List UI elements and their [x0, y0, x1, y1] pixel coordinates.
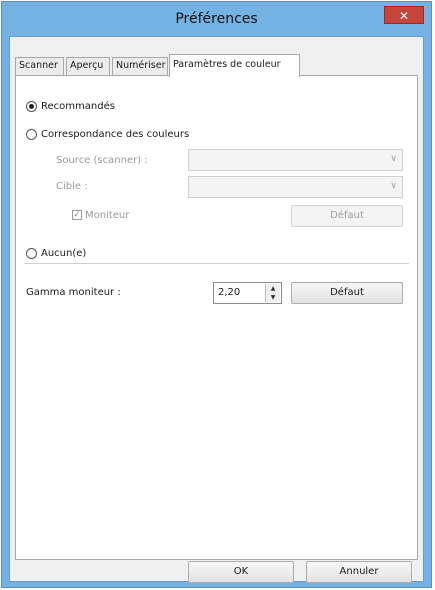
- preferences-window: Préférences ✕ Scanner Aperçu Numériser P…: [1, 1, 432, 588]
- tab-scanner[interactable]: Scanner: [15, 57, 64, 75]
- chevron-down-icon: ∨: [390, 181, 397, 191]
- radio-recommended[interactable]: Recommandés: [26, 98, 115, 114]
- close-icon: ✕: [398, 9, 410, 23]
- checkmark-icon[interactable]: ✓: [72, 210, 82, 220]
- tab-apercu[interactable]: Aperçu: [66, 57, 110, 75]
- ok-button[interactable]: OK: [188, 561, 294, 583]
- tab-numeriser[interactable]: Numériser: [112, 57, 168, 75]
- gamma-default-button[interactable]: Défaut: [291, 282, 403, 304]
- radio-indicator[interactable]: [26, 100, 37, 112]
- radio-indicator[interactable]: [26, 247, 37, 259]
- dialog-body: Scanner Aperçu Numériser Paramètres de c…: [9, 36, 424, 583]
- radio-color-matching-label: Correspondance des couleurs: [41, 128, 190, 140]
- radio-indicator[interactable]: [26, 128, 37, 140]
- target-label: Cible :: [56, 181, 88, 192]
- spin-down-icon[interactable]: ▼: [266, 293, 280, 302]
- gamma-label: Gamma moniteur :: [26, 287, 121, 298]
- gamma-spinner[interactable]: 2,20 ▲ ▼: [213, 282, 282, 304]
- title-bar[interactable]: Préférences ✕: [2, 2, 431, 36]
- radio-recommended-label: Recommandés: [41, 100, 115, 112]
- tab-parametres-couleur[interactable]: Paramètres de couleur: [169, 54, 300, 77]
- window-title: Préférences: [175, 11, 258, 27]
- source-select[interactable]: ∨: [188, 149, 403, 171]
- color-settings-panel: Recommandés Correspondance des couleurs …: [15, 75, 418, 560]
- spinner-buttons[interactable]: ▲ ▼: [265, 284, 280, 302]
- monitor-checkbox[interactable]: ✓ Moniteur: [72, 207, 129, 223]
- source-label: Source (scanner) :: [56, 155, 148, 166]
- section-divider: [24, 263, 409, 264]
- radio-none[interactable]: Aucun(e): [26, 245, 86, 261]
- gamma-value: 2,20: [218, 287, 241, 298]
- target-select[interactable]: ∨: [188, 176, 403, 198]
- radio-color-matching[interactable]: Correspondance des couleurs: [26, 126, 189, 142]
- default-button-disabled[interactable]: Défaut: [291, 205, 403, 227]
- close-button[interactable]: ✕: [384, 6, 424, 24]
- spin-up-icon[interactable]: ▲: [266, 284, 280, 293]
- chevron-down-icon: ∨: [390, 154, 397, 164]
- cancel-button[interactable]: Annuler: [306, 561, 412, 583]
- monitor-checkbox-label: Moniteur: [85, 209, 130, 221]
- radio-none-label: Aucun(e): [41, 247, 87, 259]
